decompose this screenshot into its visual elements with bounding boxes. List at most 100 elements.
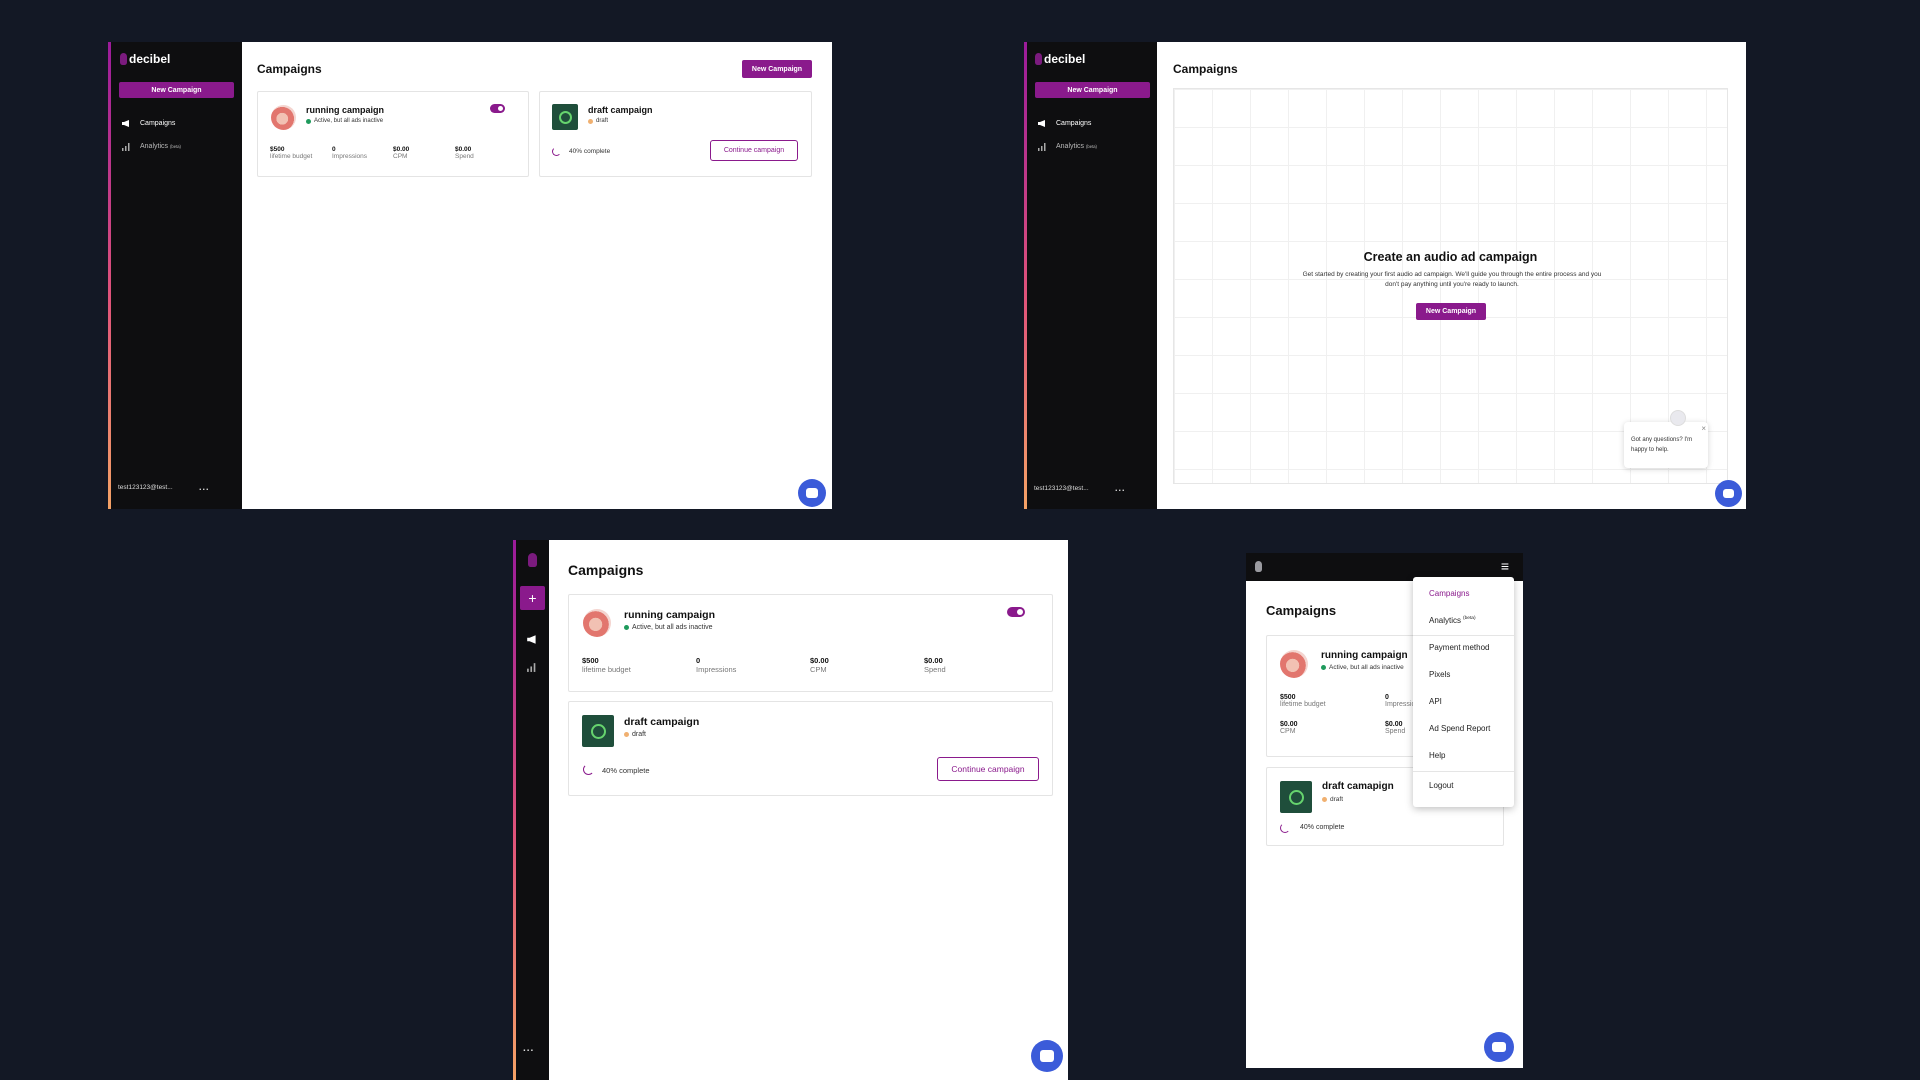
campaign-name[interactable]: draft campaign — [624, 716, 699, 728]
menu-item-logout[interactable]: Logout — [1429, 781, 1453, 790]
campaign-card-draft[interactable]: draft campaign draft 40% complete Contin… — [539, 91, 812, 177]
chat-launcher-button[interactable] — [1484, 1032, 1514, 1062]
status-dot — [306, 118, 311, 124]
status-badge: draft — [588, 118, 608, 124]
megaphone-icon — [1038, 120, 1045, 127]
menu-item-analytics[interactable]: Analytics (beta) — [1429, 616, 1476, 625]
sidebar-new-campaign-button[interactable]: New Campaign — [119, 82, 234, 98]
header-new-campaign-button[interactable]: New Campaign — [742, 60, 812, 78]
status-badge: Active, but all ads inactive — [1321, 664, 1404, 671]
chat-popup[interactable]: × Got any questions? I'm happy to help. — [1624, 410, 1708, 468]
progress-spinner — [552, 147, 561, 156]
brand-name: decibel — [129, 52, 171, 66]
sidebar-accent-bar — [513, 540, 516, 1080]
sidebar-item-campaigns[interactable]: Campaigns — [121, 119, 175, 128]
campaign-card-running[interactable]: running campaign Active, but all ads ina… — [568, 594, 1053, 692]
campaign-avatar — [583, 609, 611, 637]
status-dot — [588, 118, 593, 124]
status-text: draft — [596, 118, 609, 124]
hamburger-menu-icon[interactable]: ≡ — [1501, 558, 1509, 574]
sidebar-item-analytics[interactable]: Analytics (beta) — [121, 142, 181, 151]
stat-value: $0.00 — [393, 146, 410, 153]
toggle-knob — [1017, 609, 1023, 615]
continue-campaign-button[interactable]: Continue campaign — [710, 140, 798, 161]
menu-item-api[interactable]: API — [1429, 697, 1442, 706]
stat-label: Impressions — [332, 153, 368, 160]
bar-chart-icon[interactable] — [526, 662, 537, 672]
stat-label: CPM — [810, 665, 827, 674]
beta-tag: (beta) — [170, 144, 181, 149]
decibel-logo-mark — [120, 53, 127, 65]
decibel-logo[interactable]: decibel — [1035, 52, 1085, 66]
campaign-active-toggle[interactable] — [490, 104, 505, 113]
status-text: draft — [1330, 796, 1344, 803]
stat-cpm: $0.00 CPM — [1280, 721, 1298, 735]
menu-item-ad-spend-report[interactable]: Ad Spend Report — [1429, 724, 1490, 733]
progress-text: 40% complete — [1300, 824, 1345, 831]
more-options-button[interactable]: ... — [523, 1043, 534, 1054]
user-email: test123123@test... — [1034, 485, 1089, 492]
stat-value: $500 — [1280, 694, 1296, 701]
campaign-avatar — [1280, 650, 1308, 678]
sidebar-new-campaign-button[interactable]: New Campaign — [1035, 82, 1150, 98]
campaign-name[interactable]: running campaign — [624, 609, 715, 621]
tablet-campaigns-screen: + ... Campaigns running campaign Active,… — [513, 540, 1068, 1080]
chat-launcher-button[interactable] — [1715, 480, 1742, 507]
menu-item-help[interactable]: Help — [1429, 751, 1445, 760]
sidebar-item-campaigns[interactable]: Campaigns — [1037, 119, 1091, 128]
progress-spinner — [583, 764, 594, 775]
campaign-card-running[interactable]: running campaign Active, but all ads ina… — [257, 91, 529, 177]
chat-launcher-button[interactable] — [798, 479, 826, 507]
chat-icon — [805, 487, 819, 499]
stat-label: Spend — [924, 665, 946, 674]
campaign-avatar — [271, 105, 296, 130]
sidebar-item-label: Campaigns — [140, 120, 176, 127]
continue-campaign-button[interactable]: Continue campaign — [937, 757, 1039, 781]
more-options-button[interactable]: ... — [199, 482, 210, 492]
bar-chart-icon — [1038, 143, 1046, 151]
status-text: draft — [632, 731, 647, 738]
menu-item-campaigns[interactable]: Campaigns — [1429, 589, 1469, 598]
campaign-thumbnail — [582, 715, 614, 747]
stat-label: Spend — [1385, 728, 1406, 735]
sidebar-item-label: Analytics — [1056, 143, 1085, 150]
empty-state-new-campaign-button[interactable]: New Campaign — [1416, 303, 1486, 320]
campaign-name[interactable]: draft campaign — [588, 105, 653, 115]
stat-label: Impressions — [696, 665, 737, 674]
chat-icon — [1039, 1050, 1055, 1062]
empty-state-description: Get started by creating your first audio… — [1302, 271, 1602, 288]
decibel-logo[interactable]: decibel — [120, 52, 170, 66]
brand-name: decibel — [1044, 52, 1086, 66]
campaign-name[interactable]: draft camapign — [1322, 781, 1394, 792]
more-options-button[interactable]: ... — [1115, 483, 1126, 493]
decibel-logo-mark[interactable] — [528, 553, 537, 567]
stat-value: $0.00 — [810, 656, 829, 665]
stat-impressions: 0 Impressions — [696, 656, 736, 674]
stat-value: 0 — [332, 146, 336, 153]
chat-popup-text: Got any questions? I'm happy to help. — [1631, 437, 1693, 453]
campaign-card-draft[interactable]: draft campaign draft 40% complete Contin… — [568, 701, 1053, 796]
stat-value: 0 — [696, 656, 701, 665]
megaphone-icon[interactable] — [526, 634, 538, 645]
chat-popup-close-button[interactable]: × — [1701, 424, 1706, 433]
stat-label: lifetime budget — [270, 153, 313, 160]
stat-spend: $0.00 Spend — [455, 146, 474, 160]
sidebar-item-label: Analytics — [140, 143, 169, 150]
sidebar-new-campaign-button[interactable]: + — [520, 586, 545, 610]
decibel-logo-mark[interactable] — [1255, 561, 1262, 572]
navigation-menu-dropdown: Campaigns Analytics (beta) Payment method… — [1413, 577, 1514, 807]
campaign-name[interactable]: running campaign — [1321, 650, 1408, 661]
sidebar-item-analytics[interactable]: Analytics (beta) — [1037, 142, 1097, 151]
menu-item-payment-method[interactable]: Payment method — [1429, 643, 1489, 652]
chat-launcher-button[interactable] — [1031, 1040, 1063, 1072]
campaign-name[interactable]: running campaign — [306, 105, 384, 115]
menu-item-pixels[interactable]: Pixels — [1429, 670, 1450, 679]
sidebar: decibel New Campaign Campaigns Analytics… — [1024, 42, 1157, 509]
status-text: Active, but all ads inactive — [314, 118, 384, 124]
megaphone-icon — [122, 120, 129, 127]
beta-tag: (beta) — [1463, 616, 1476, 622]
status-text: Active, but all ads inactive — [1329, 664, 1404, 671]
campaign-active-toggle[interactable] — [1007, 607, 1025, 617]
stat-value: $0.00 — [1385, 721, 1403, 728]
stat-budget: $500 lifetime budget — [582, 656, 631, 674]
